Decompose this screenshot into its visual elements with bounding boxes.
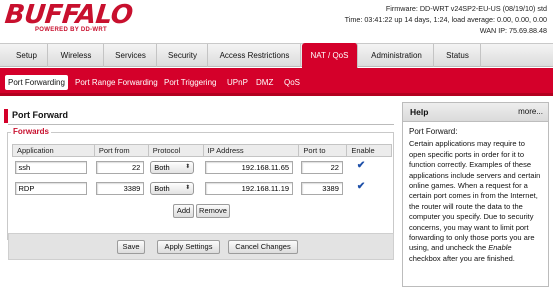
subtab-port-triggering[interactable]: Port Triggering (161, 75, 219, 90)
column-header-port-from: Port from (93, 144, 149, 157)
tab-services[interactable]: Services (105, 44, 157, 67)
cancel-changes-button[interactable]: Cancel Changes (228, 240, 298, 254)
column-header-enable: Enable (346, 144, 392, 157)
logo-text: BUFFALO (3, 0, 135, 30)
sub-nav: Port Forwarding Port Range Forwarding Po… (0, 68, 553, 96)
remove-button[interactable]: Remove (196, 204, 230, 218)
help-text-main: Certain applications may require to open… (409, 139, 541, 253)
buffalo-logo: BUFFALO POWERED BY DD-WRT (3, 0, 135, 40)
save-button[interactable]: Save (117, 240, 145, 254)
select-arrows-icon: ⬍ (185, 164, 191, 170)
firmware-info: Firmware: DD-WRT v24SP2-EU-US (08/19/10)… (385, 4, 547, 13)
port-to-input[interactable]: 22 (300, 161, 343, 174)
uptime-info: Time: 03:41:22 up 14 days, 1:24, load av… (344, 15, 547, 24)
page-title: Port Forward (4, 109, 396, 123)
title-divider (8, 124, 394, 125)
forwards-table: Application Port from Protocol IP Addres… (12, 144, 392, 199)
ip-address-input[interactable]: 192.168.11.65 (205, 161, 294, 174)
help-text: Certain applications may require to open… (409, 139, 542, 264)
help-title: Help (410, 107, 429, 117)
page-header: BUFFALO POWERED BY DD-WRT Firmware: DD-W… (0, 0, 553, 43)
help-subtitle: Port Forward: (409, 127, 458, 136)
port-from-input[interactable]: 3389 (96, 181, 145, 195)
enable-checkbox[interactable]: ✔ (357, 161, 367, 171)
enable-checkbox[interactable]: ✔ (357, 181, 367, 192)
help-panel: Help more... Port Forward: Certain appli… (402, 102, 549, 287)
subtab-upnp[interactable]: UPnP (224, 75, 251, 90)
help-more-link[interactable]: more... (518, 107, 543, 116)
column-header-application: Application (12, 144, 95, 157)
port-forward-panel: Port Forward Forwards Application Port f… (2, 102, 396, 287)
protocol-value: Both (154, 163, 170, 172)
add-button[interactable]: Add (173, 204, 194, 218)
tab-administration[interactable]: Administration (360, 44, 434, 67)
tab-security[interactable]: Security (158, 44, 208, 67)
protocol-value: Both (154, 183, 170, 193)
select-arrows-icon: ⬍ (185, 184, 191, 191)
tab-nat-qos[interactable]: NAT / QoS (302, 43, 358, 68)
apply-settings-button[interactable]: Apply Settings (157, 240, 220, 254)
application-input[interactable]: RDP (14, 181, 87, 195)
tab-status[interactable]: Status (435, 44, 481, 67)
action-bar: Save Apply Settings Cancel Changes (8, 233, 394, 260)
help-header: Help more... (403, 103, 548, 122)
help-text-end: checkbox after you are finished. (409, 253, 515, 263)
tab-setup[interactable]: Setup (6, 44, 48, 67)
port-to-input[interactable]: 3389 (300, 181, 343, 195)
table-row: ssh 22 Both ⬍ 192.168.11.65 22 ✔ (13, 157, 392, 178)
help-text-enable: Enable (488, 243, 512, 253)
subtab-dmz[interactable]: DMZ (253, 75, 276, 90)
forwards-legend: Forwards (11, 127, 52, 136)
subtab-port-range-forwarding[interactable]: Port Range Forwarding (72, 75, 161, 90)
port-from-input[interactable]: 22 (96, 161, 145, 174)
wan-ip-info: WAN IP: 75.69.88.48 (479, 26, 547, 35)
subtab-qos[interactable]: QoS (281, 75, 303, 90)
router-info: Firmware: DD-WRT v24SP2-EU-US (08/19/10)… (345, 3, 547, 36)
column-header-port-to: Port to (298, 144, 348, 157)
ip-address-input[interactable]: 192.168.11.19 (205, 181, 294, 195)
help-body: Port Forward: Certain applications may r… (403, 122, 548, 264)
column-header-ip-address: IP Address (202, 144, 300, 157)
table-row: RDP 3389 Both ⬍ 192.168.11.19 3389 ✔ (13, 178, 392, 199)
tab-access-restrictions[interactable]: Access Restrictions (209, 44, 301, 67)
tab-wireless[interactable]: Wireless (49, 44, 104, 67)
main-nav: Setup Wireless Services Security Access … (0, 43, 553, 68)
subtab-port-forwarding[interactable]: Port Forwarding (5, 75, 68, 90)
protocol-select[interactable]: Both ⬍ (150, 161, 195, 174)
protocol-select[interactable]: Both ⬍ (150, 181, 195, 195)
application-input[interactable]: ssh (14, 161, 87, 174)
column-header-protocol: Protocol (147, 144, 204, 157)
